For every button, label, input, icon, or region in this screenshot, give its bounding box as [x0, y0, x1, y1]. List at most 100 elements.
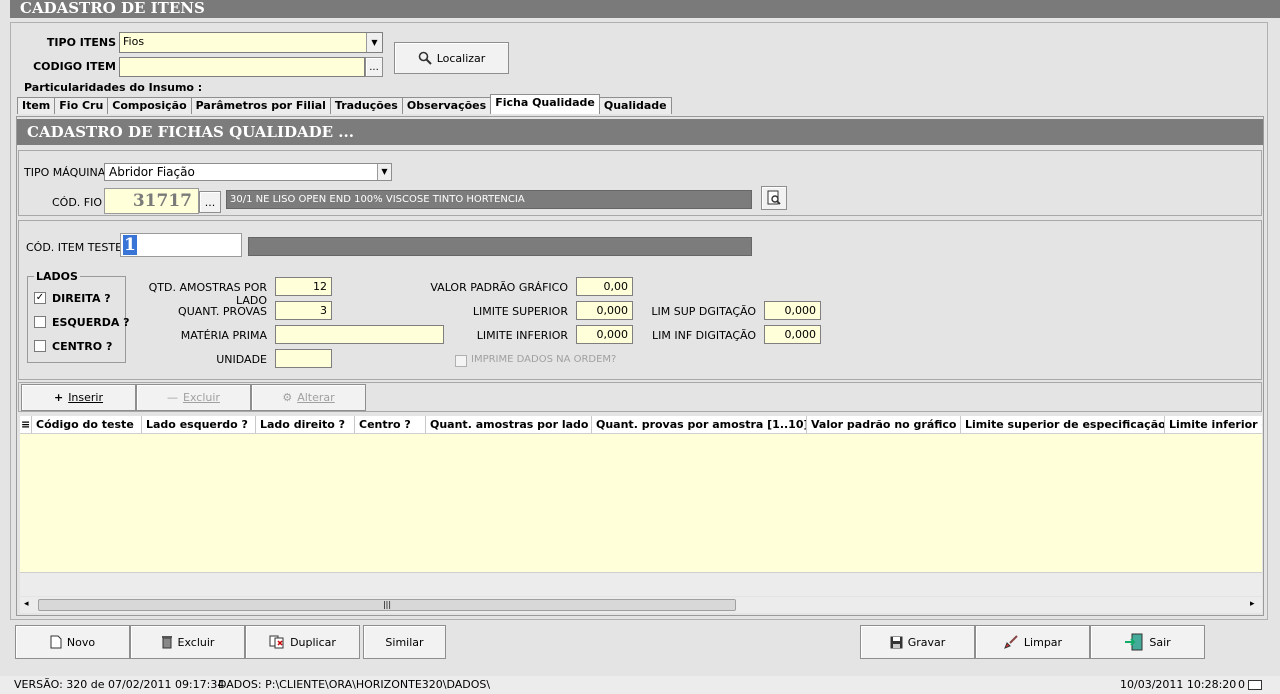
tab-composicao[interactable]: Composição [107, 97, 192, 114]
limite-inferior-input[interactable]: 0,000 [576, 325, 633, 344]
gravar-button[interactable]: Gravar [860, 625, 975, 659]
grid-header: ≡ Código do teste Lado esquerdo ? Lado d… [20, 416, 1262, 434]
inserir-label: Inserir [68, 391, 104, 404]
lim-sup-dig-input[interactable]: 0,000 [764, 301, 821, 320]
tab-parametros-filial[interactable]: Parâmetros por Filial [190, 97, 331, 114]
localizar-label: Localizar [436, 51, 486, 65]
codigo-item-input[interactable] [119, 57, 365, 77]
trash-icon [161, 636, 172, 649]
direita-label: DIREITA ? [52, 292, 111, 305]
quant-provas-label: QUANT. PROVAS [178, 305, 267, 318]
minus-icon: — [167, 391, 179, 404]
tipo-maquina-select[interactable]: Abridor Fiação ▼ [104, 163, 392, 181]
tab-observacoes[interactable]: Observações [401, 97, 492, 114]
save-icon [890, 636, 903, 648]
column-header[interactable]: Valor padrão no gráfico [807, 416, 961, 433]
excluir-label: Excluir [177, 635, 215, 649]
cod-fio-input[interactable]: 31717 [104, 188, 199, 214]
tab-strip: Item Fio Cru Composição Parâmetros por F… [17, 94, 672, 114]
codigo-item-lookup-button[interactable]: ... [365, 57, 383, 77]
scroll-left-icon[interactable]: ◂ [24, 599, 29, 609]
sair-label: Sair [1149, 635, 1171, 649]
column-header[interactable]: Centro ? [355, 416, 426, 433]
document-search-icon [767, 190, 781, 205]
tipo-maquina-label: TIPO MÁQUINA [24, 166, 106, 179]
scroll-right-icon[interactable]: ▸ [1250, 599, 1255, 609]
column-header[interactable]: Lado direito ? [256, 416, 355, 433]
tipo-itens-select[interactable]: Fios ▼ [119, 32, 383, 53]
column-header[interactable]: Lado esquerdo ? [142, 416, 256, 433]
excluir-button[interactable]: Excluir [130, 625, 245, 659]
cod-fio-description: 30/1 NE LISO OPEN END 100% VISCOSE TINTO… [226, 190, 752, 209]
lim-inf-dig-input[interactable]: 0,000 [764, 325, 821, 344]
tipo-maquina-value: Abridor Fiação [109, 165, 195, 179]
limpar-button[interactable]: Limpar [975, 625, 1090, 659]
grid-footer [20, 572, 1262, 596]
chevron-down-icon[interactable]: ▼ [377, 164, 391, 180]
tab-ficha-qualidade[interactable]: Ficha Qualidade [490, 94, 600, 114]
inserir-button[interactable]: + Inserir [21, 384, 136, 411]
quant-provas-input[interactable]: 3 [275, 301, 332, 320]
cod-item-teste-input[interactable]: 1 [120, 233, 242, 257]
preview-button[interactable] [761, 186, 787, 210]
column-header[interactable]: Quant. amostras por lado [426, 416, 592, 433]
plus-icon: + [53, 391, 64, 404]
form-title: CADASTRO DE FICHAS QUALIDADE ... [17, 119, 1263, 145]
limite-superior-label: LIMITE SUPERIOR [472, 305, 568, 318]
column-header[interactable]: Código do teste [32, 416, 142, 433]
esquerda-checkbox[interactable] [34, 316, 46, 328]
status-versao: VERSÃO: 320 de 07/02/2011 09:17:34 [14, 678, 225, 691]
cod-item-teste-label: CÓD. ITEM TESTE [26, 241, 123, 254]
duplicar-button[interactable]: Duplicar [245, 625, 360, 659]
grid-body[interactable] [20, 434, 1262, 572]
column-header[interactable]: Limite inferior de [1165, 416, 1262, 433]
excluir-grid-label: Excluir [183, 391, 220, 404]
tipo-itens-value: Fios [123, 35, 145, 48]
limite-superior-input[interactable]: 0,000 [576, 301, 633, 320]
sair-button[interactable]: Sair [1090, 625, 1205, 659]
imprime-label: IMPRIME DADOS NA ORDEM? [471, 354, 617, 365]
gear-icon: ⚙ [282, 391, 293, 404]
scroll-thumb[interactable]: ||| [38, 599, 736, 611]
imprime-checkbox[interactable] [455, 355, 467, 367]
limpar-label: Limpar [1023, 635, 1063, 649]
lados-label: LADOS [34, 270, 80, 283]
direita-checkbox[interactable]: ✓ [34, 292, 46, 304]
excluir-grid-button[interactable]: — Excluir [136, 384, 251, 411]
materia-prima-label: MATÉRIA PRIMA [180, 329, 267, 342]
status-count: 0 [1238, 678, 1245, 691]
tab-fio-cru[interactable]: Fio Cru [54, 97, 109, 114]
centro-checkbox[interactable] [34, 340, 46, 352]
column-header[interactable]: Limite superior de especificação [961, 416, 1165, 433]
unidade-input[interactable] [275, 349, 332, 368]
chevron-down-icon[interactable]: ▼ [366, 33, 382, 52]
exit-door-icon [1125, 633, 1143, 651]
grid-menu-icon[interactable]: ≡ [20, 416, 32, 433]
novo-button[interactable]: Novo [15, 625, 130, 659]
similar-button[interactable]: Similar [363, 625, 446, 659]
valor-padrao-input[interactable]: 0,00 [576, 277, 633, 296]
lim-inf-dig-label: LIM INF DIGITAÇÃO [651, 329, 756, 342]
tab-qualidade[interactable]: Qualidade [598, 97, 672, 114]
envelope-icon[interactable] [1248, 680, 1262, 690]
column-header[interactable]: Quant. provas por amostra [1..10] [592, 416, 807, 433]
alterar-label: Alterar [297, 391, 335, 404]
cod-item-teste-description [248, 237, 752, 256]
novo-label: Novo [66, 635, 96, 649]
particularidades-label: Particularidades do Insumo : [22, 81, 205, 94]
status-datetime: 10/03/2011 10:28:20 [1120, 678, 1237, 691]
alterar-button[interactable]: ⚙ Alterar [251, 384, 366, 411]
tab-traducoes[interactable]: Traduções [329, 97, 403, 114]
horizontal-scrollbar[interactable]: ◂ ||| ▸ [20, 597, 1262, 613]
cod-item-teste-value: 1 [123, 235, 137, 255]
valor-padrao-label: VALOR PADRÃO GRÁFICO [430, 281, 568, 294]
localizar-button[interactable]: Localizar [394, 42, 509, 74]
tab-item[interactable]: Item [17, 97, 56, 114]
cod-fio-lookup-button[interactable]: ... [199, 191, 221, 213]
status-dados: DADOS: P:\CLIENTE\ORA\HORIZONTE320\DADOS… [218, 678, 491, 691]
limite-inferior-label: LIMITE INFERIOR [476, 329, 568, 342]
qtd-amostras-input[interactable]: 12 [275, 277, 332, 296]
brush-icon [1004, 635, 1018, 649]
esquerda-label: ESQUERDA ? [52, 316, 130, 329]
qtd-amostras-label: QTD. AMOSTRAS POR LADO [148, 281, 267, 307]
